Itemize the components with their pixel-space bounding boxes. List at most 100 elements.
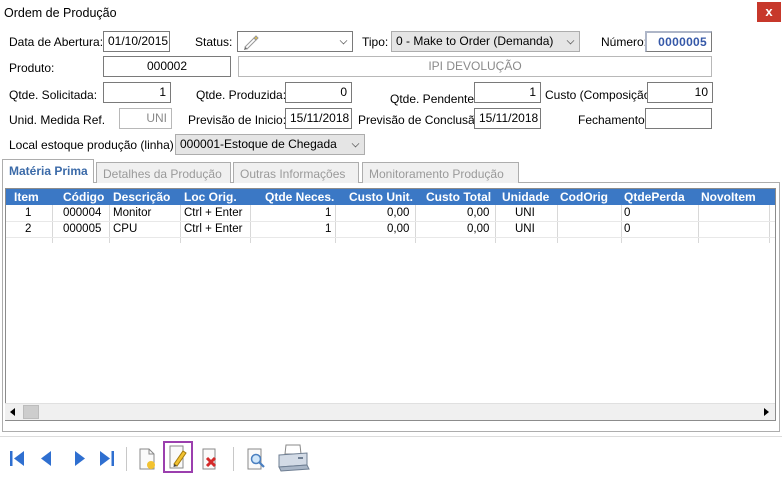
custo-label: Custo (Composição): [545,88,658,102]
window-title: Ordem de Produção [4,6,117,20]
grid-header: Item Código Descrição Loc Orig. Qtde Nec… [6,189,775,205]
last-record-icon [100,451,114,466]
data-abertura-label: Data de Abertura: [9,35,104,49]
edit-record-button[interactable] [163,441,193,473]
status-label: Status: [195,35,233,49]
print-button[interactable] [276,442,310,474]
delete-record-button[interactable] [198,445,224,473]
unid-medida-field: UNI [119,108,172,129]
printer-icon [278,444,310,472]
next-record-icon [75,451,85,466]
qtde-pendente-label: Qtde. Pendente: [390,92,478,106]
cell-codigo: 000005 [63,223,102,235]
first-record-icon [10,451,24,466]
column-header-custo-unit[interactable]: Custo Unit. [349,190,413,204]
local-estoque-select[interactable]: 000001-Estoque de Chegada [175,134,365,155]
table-row[interactable]: 2 000005 CPU Ctrl + Enter 1 0,00 0,00 UN… [6,222,775,238]
cell-qtde-neces: 1 [325,207,332,219]
fechamento-field[interactable] [645,108,712,129]
previsao-inicio-label: Previsão de Inicio: [188,113,287,127]
status-select[interactable] [237,31,353,52]
table-row[interactable]: 1 000004 Monitor Ctrl + Enter 1 0,00 0,0… [6,206,775,222]
qtde-produzida-label: Qtde. Produzida: [196,88,287,102]
column-header-custo-total[interactable]: Custo Total [426,190,491,204]
search-record-button[interactable] [243,445,269,473]
cell-custo-total: 0,00 [467,207,490,219]
cell-qtdeperda: 0 [624,207,631,219]
cell-codigo: 000004 [63,207,102,219]
toolbar-separator [126,447,127,471]
pencil-status-icon [244,35,259,50]
next-record-button[interactable] [66,445,92,473]
tab-detalhes-producao[interactable]: Detalhes da Produção [96,162,231,183]
cell-item: 1 [25,207,32,219]
cell-custo-unit: 0,00 [387,207,410,219]
scroll-right-button[interactable] [757,404,774,420]
cell-custo-unit: 0,00 [387,223,410,235]
materia-prima-grid[interactable]: Item Código Descrição Loc Orig. Qtde Nec… [5,188,776,421]
fechamento-label: Fechamento: [578,113,649,127]
toolbar-divider [0,436,782,437]
cell-loc-orig: Ctrl + Enter [184,207,243,219]
chevron-down-icon [339,36,348,45]
previous-record-button[interactable] [34,445,60,473]
tipo-select[interactable]: 0 - Make to Order (Demanda) [391,31,580,52]
previsao-inicio-field[interactable]: 15/11/2018 [285,108,352,129]
column-header-item[interactable]: Item [14,190,39,204]
qtde-solicitada-field[interactable]: 1 [103,82,171,103]
produto-codigo-field[interactable]: 000002 [103,56,231,77]
new-document-icon [139,448,155,470]
first-record-button[interactable] [4,445,30,473]
data-abertura-field[interactable]: 01/10/2015 [103,31,170,52]
column-header-descricao[interactable]: Descrição [113,190,170,204]
close-button[interactable]: x [757,2,781,22]
previsao-conclusao-label: Previsão de Conclusão: [358,113,485,127]
cell-unidade: UNI [515,223,535,235]
tipo-value: 0 - Make to Order (Demanda) [396,34,554,48]
delete-document-icon [202,448,217,470]
horizontal-scrollbar[interactable] [5,403,775,420]
local-estoque-value: 000001-Estoque de Chegada [180,137,337,151]
chevron-down-icon [351,139,360,148]
cell-qtdeperda: 0 [624,223,631,235]
custo-field[interactable]: 10 [647,82,713,103]
cell-descricao: Monitor [113,207,152,219]
column-header-qtdeperda[interactable]: QtdePerda [624,190,685,204]
column-header-loc-orig[interactable]: Loc Orig. [184,190,237,204]
arrow-right-icon [764,408,769,416]
cell-custo-total: 0,00 [467,223,490,235]
column-header-unidade[interactable]: Unidade [502,190,549,204]
numero-field[interactable]: 0000005 [645,31,712,52]
toolbar-separator [233,447,234,471]
column-header-qtde-neces[interactable]: Qtde Neces. [265,190,334,204]
scroll-left-button[interactable] [5,404,22,420]
new-record-button[interactable] [134,445,160,473]
edit-pencil-icon [169,445,187,469]
cell-unidade: UNI [515,207,535,219]
column-header-novoitem[interactable]: NovoItem [701,190,756,204]
arrow-left-icon [10,408,15,416]
qtde-produzida-field[interactable]: 0 [285,82,352,103]
chevron-down-icon [566,36,575,45]
produto-label: Produto: [9,61,55,75]
last-record-button[interactable] [95,445,121,473]
cell-descricao: CPU [113,223,138,235]
previous-record-icon [41,451,51,466]
column-header-codorig[interactable]: CodOrig [560,190,608,204]
cell-loc-orig: Ctrl + Enter [184,223,243,235]
tipo-label: Tipo: [362,35,389,49]
qtde-pendente-field[interactable]: 1 [474,82,541,103]
search-document-icon [247,448,265,470]
column-header-codigo[interactable]: Código [63,190,104,204]
produto-descricao-field: IPI DEVOLUÇÃO [238,56,712,77]
scroll-thumb[interactable] [23,405,39,419]
local-estoque-label: Local estoque produção (linha) : [9,138,181,152]
cell-item: 2 [25,223,32,235]
tab-materia-prima[interactable]: Matéria Prima [2,159,94,183]
previsao-conclusao-field[interactable]: 15/11/2018 [474,108,541,129]
title-bar: Ordem de Produção [0,0,782,26]
tab-monitoramento-producao[interactable]: Monitoramento Produção [362,162,519,183]
unid-medida-label: Unid. Medida Ref. [9,113,106,127]
tab-outras-informacoes[interactable]: Outras Informações [233,162,359,183]
cell-qtde-neces: 1 [325,223,332,235]
